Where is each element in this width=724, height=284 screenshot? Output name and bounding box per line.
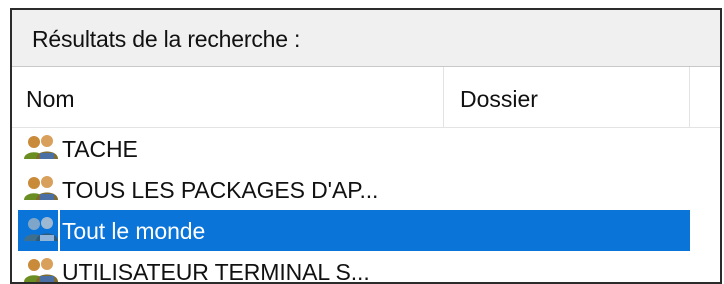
user-group-icon — [22, 133, 62, 163]
list-item-label: TACHE — [62, 136, 138, 162]
list-item-label: UTILISATEUR TERMINAL S... — [62, 259, 370, 284]
list-item[interactable]: TACHE — [18, 128, 690, 169]
list-item[interactable]: TOUS LES PACKAGES D'AP... — [18, 169, 690, 210]
column-header-folder-label: Dossier — [460, 86, 538, 112]
list-item[interactable]: UTILISATEUR TERMINAL S... — [18, 251, 690, 284]
list-item-label: TOUS LES PACKAGES D'AP... — [62, 177, 379, 203]
search-results-title: Résultats de la recherche : — [32, 26, 301, 52]
results-list-header: Nom Dossier — [12, 67, 720, 128]
column-header-name-label: Nom — [26, 86, 75, 112]
search-results-panel: Résultats de la recherche : Nom Dossier … — [10, 8, 722, 284]
user-group-icon — [22, 215, 62, 245]
search-results-title-bar: Résultats de la recherche : — [12, 10, 720, 67]
list-item-label: Tout le monde — [62, 218, 206, 244]
user-group-icon — [22, 256, 62, 282]
results-list: TACHE TOUS LES PACKAGES D'AP... Tout le … — [12, 128, 720, 282]
list-item-selected[interactable]: Tout le monde — [18, 210, 690, 251]
user-group-icon — [22, 174, 62, 204]
column-header-folder[interactable]: Dossier — [444, 67, 690, 127]
column-header-name[interactable]: Nom — [12, 67, 444, 127]
